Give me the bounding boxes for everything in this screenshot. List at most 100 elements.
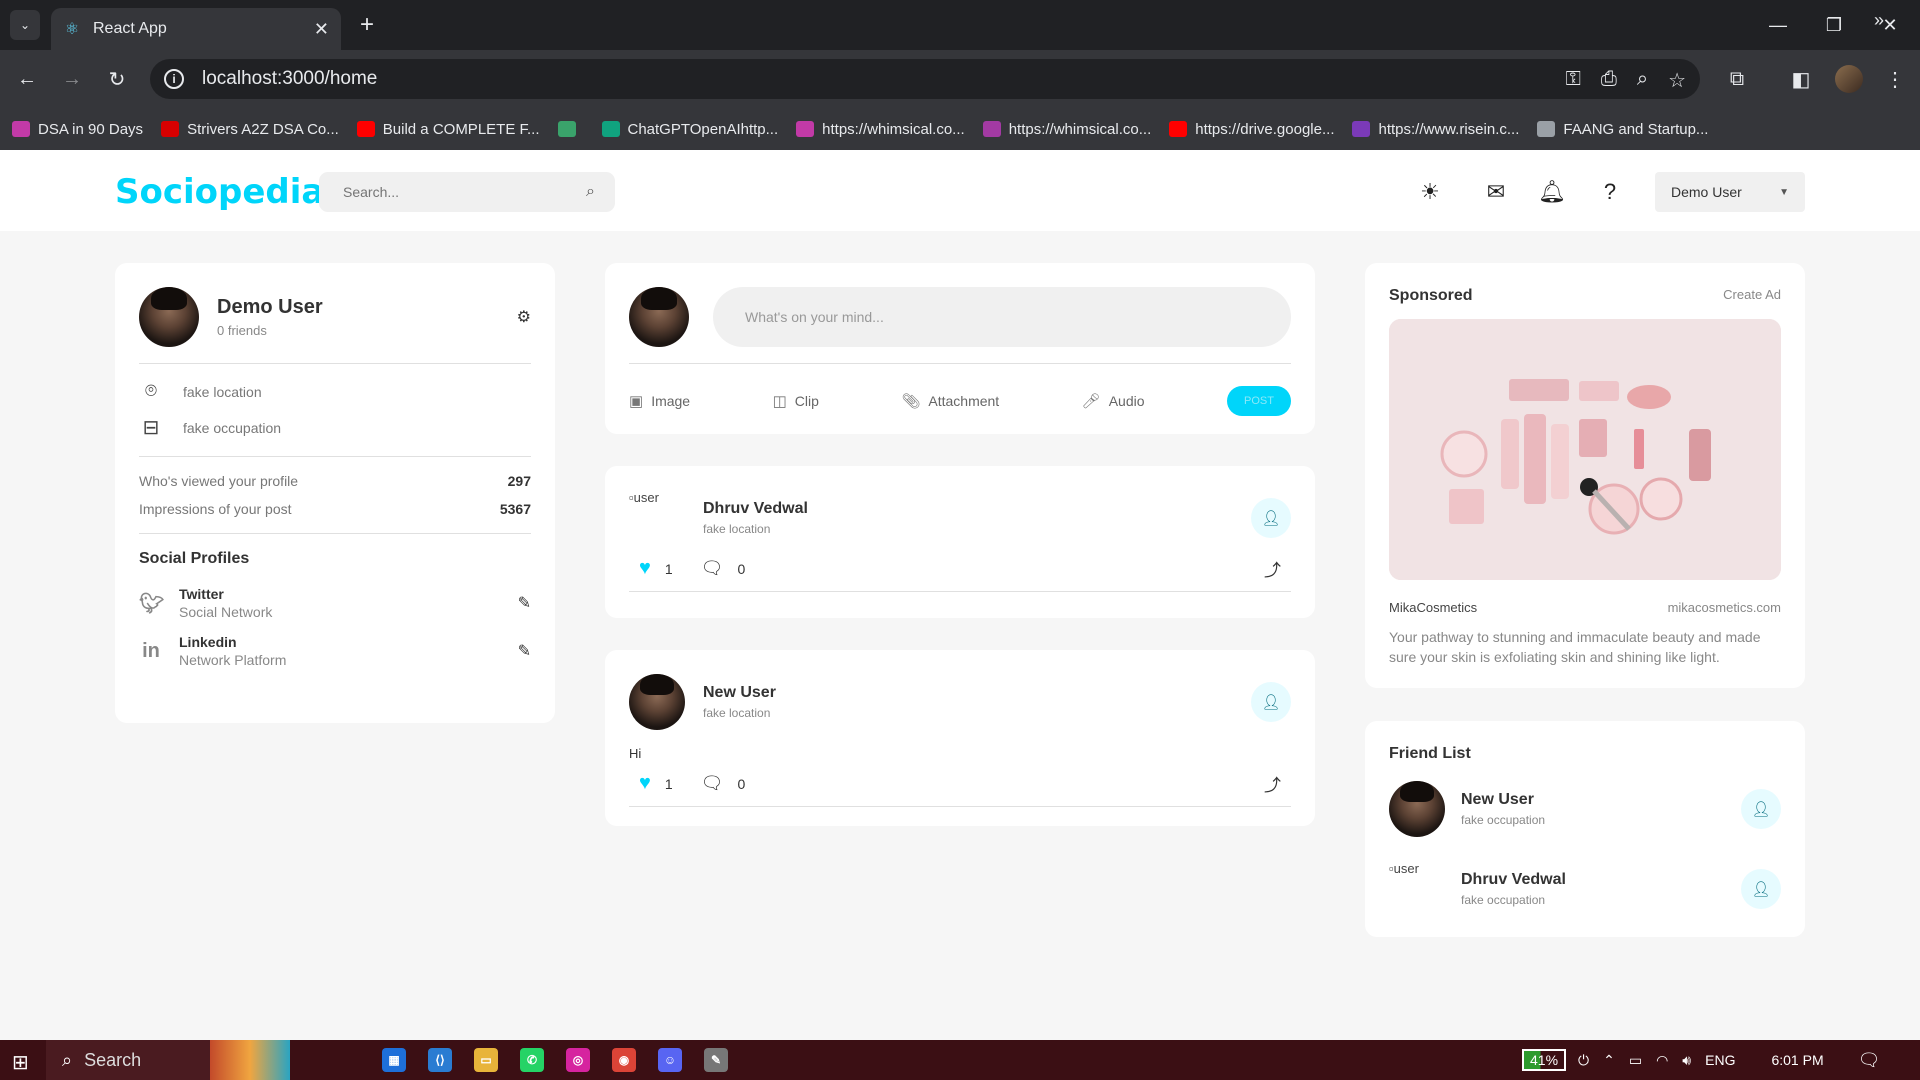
- search-icon[interactable]: ⌕: [586, 183, 595, 201]
- wifi-icon[interactable]: ◠: [1656, 1052, 1668, 1069]
- gif-icon: ◫: [772, 393, 787, 410]
- edit-icon[interactable]: ✎: [518, 641, 531, 661]
- bookmark-item[interactable]: FAANG and Startup...: [1537, 121, 1708, 138]
- search-highlight-image: [210, 1040, 290, 1080]
- side-panel-icon[interactable]: ◧: [1786, 64, 1816, 94]
- address-bar[interactable]: i localhost:3000/home ⚿ ⎙ ⌕ ☆: [150, 59, 1700, 99]
- bookmark-item[interactable]: Build a COMPLETE F...: [356, 121, 540, 138]
- bookmark-item[interactable]: https://whimsical.co...: [982, 120, 1152, 138]
- advert-brand: MikaCosmetics: [1389, 600, 1478, 615]
- share-icon[interactable]: ⤴: [1264, 556, 1281, 581]
- bookmark-item[interactable]: ChatGPTOpenAIhttp...: [601, 121, 778, 138]
- friend-name[interactable]: New User: [1461, 791, 1545, 809]
- battery-indicator[interactable]: 41%: [1522, 1049, 1567, 1071]
- comment-icon[interactable]: 🗨︎: [701, 558, 724, 579]
- twitter-icon: 🐦︎: [139, 592, 165, 615]
- bookmark-item[interactable]: [557, 121, 584, 137]
- like-heart-icon[interactable]: ♥: [639, 772, 651, 795]
- create-ad-link[interactable]: Create Ad: [1723, 287, 1781, 305]
- bookmark-item[interactable]: https://whimsical.co...: [796, 121, 965, 138]
- post-author-name[interactable]: New User: [703, 684, 776, 702]
- avatar[interactable]: [1389, 781, 1445, 837]
- attachment-button[interactable]: 📎︎ Attachment: [901, 392, 999, 410]
- file-explorer-icon[interactable]: ▭: [474, 1048, 498, 1072]
- password-key-icon[interactable]: ⚿: [1566, 68, 1581, 93]
- more-bookmarks-icon[interactable]: »: [1874, 10, 1884, 31]
- tab-search-button[interactable]: ⌄: [10, 10, 40, 40]
- manage-accounts-icon[interactable]: ⚙: [517, 307, 531, 327]
- post-author-name[interactable]: Dhruv Vedwal: [703, 500, 808, 518]
- avatar[interactable]: [139, 287, 199, 347]
- dark-mode-icon[interactable]: ☀: [1416, 178, 1444, 206]
- share-icon[interactable]: ⤴: [1264, 771, 1281, 796]
- user-occupation: fake occupation: [183, 419, 282, 436]
- bookmark-label: https://whimsical.co...: [1008, 120, 1152, 138]
- app-logo[interactable]: Sociopedia: [115, 172, 324, 212]
- new-tab-button[interactable]: +: [352, 10, 382, 40]
- remove-friend-button[interactable]: 👤︎: [1251, 498, 1291, 538]
- vscode-app-icon[interactable]: ⟨⟩: [428, 1048, 452, 1072]
- like-heart-icon[interactable]: ♥: [639, 557, 651, 580]
- comment-icon[interactable]: 🗨︎: [701, 773, 724, 794]
- edit-icon[interactable]: ✎: [518, 593, 531, 613]
- windows-start-icon[interactable]: ⊞: [12, 1050, 29, 1075]
- zoom-icon[interactable]: ⌕: [1637, 68, 1648, 93]
- audio-button[interactable]: 🎤︎ Audio: [1082, 392, 1145, 410]
- bookmark-item[interactable]: Strivers A2Z DSA Co...: [161, 121, 339, 138]
- paint-app-icon[interactable]: ✎: [704, 1048, 728, 1072]
- bookmark-item[interactable]: https://drive.google...: [1169, 121, 1334, 138]
- advert-image[interactable]: [1389, 319, 1781, 580]
- restore-button[interactable]: ❐: [1806, 0, 1862, 50]
- clip-button[interactable]: ◫ Clip: [773, 392, 819, 410]
- install-app-icon[interactable]: ⎙: [1601, 68, 1617, 93]
- volume-icon[interactable]: 🔊︎: [1682, 1052, 1691, 1069]
- browser-toolbar: ← → ↻ i localhost:3000/home ⚿ ⎙ ⌕ ☆ ⧉ ◧ …: [0, 50, 1920, 108]
- bookmark-star-icon[interactable]: ☆: [1668, 68, 1686, 93]
- browser-tab[interactable]: ⚛ React App ✕: [51, 8, 341, 50]
- help-icon[interactable]: ?: [1596, 178, 1624, 206]
- calculator-app-icon[interactable]: ▦: [382, 1048, 406, 1072]
- friend-name[interactable]: Dhruv Vedwal: [1461, 871, 1566, 889]
- taskbar-search[interactable]: ⌕ Search: [46, 1040, 290, 1080]
- battery-icon[interactable]: ▭: [1629, 1052, 1642, 1069]
- social-type: Network Platform: [179, 652, 287, 668]
- paperclip-icon: 📎︎: [901, 393, 921, 410]
- chevron-up-icon[interactable]: ⌃: [1603, 1052, 1615, 1069]
- site-info-icon[interactable]: i: [164, 69, 184, 89]
- bookmark-item[interactable]: DSA in 90 Days: [12, 121, 143, 138]
- notifications-icon[interactable]: 🔔︎: [1538, 178, 1566, 206]
- close-tab-icon[interactable]: ✕: [314, 19, 329, 40]
- notification-center-icon[interactable]: 🗨︎: [1858, 1050, 1881, 1071]
- remove-friend-button[interactable]: 👤︎: [1251, 682, 1291, 722]
- clock[interactable]: 6:01 PM: [1771, 1052, 1823, 1068]
- profile-avatar[interactable]: [1834, 64, 1864, 94]
- reload-button[interactable]: ↻: [102, 64, 132, 94]
- close-window-button[interactable]: ✕: [1862, 0, 1918, 50]
- impressions-value: 5367: [499, 501, 531, 517]
- bookmark-item[interactable]: https://www.risein.c...: [1352, 121, 1519, 138]
- extensions-icon[interactable]: ⧉: [1722, 64, 1752, 94]
- message-icon[interactable]: ✉: [1482, 178, 1510, 206]
- whatsapp-icon[interactable]: ✆: [520, 1048, 544, 1072]
- post-button[interactable]: POST: [1226, 386, 1291, 416]
- user-name[interactable]: Demo User: [217, 296, 323, 319]
- back-button[interactable]: ←: [12, 64, 42, 94]
- browser-menu-icon[interactable]: ⋮: [1880, 64, 1910, 94]
- minimize-button[interactable]: —: [1750, 0, 1806, 50]
- remove-friend-button[interactable]: 👤︎: [1741, 789, 1781, 829]
- post-input[interactable]: What's on your mind...: [713, 287, 1291, 347]
- user-dropdown[interactable]: Demo User ▼: [1655, 172, 1805, 212]
- image-button[interactable]: ▣ Image: [629, 392, 690, 410]
- post-author-location: fake location: [703, 522, 771, 536]
- instagram-icon[interactable]: ◎: [566, 1048, 590, 1072]
- remove-friend-button[interactable]: 👤︎: [1741, 869, 1781, 909]
- avatar[interactable]: [629, 674, 685, 730]
- social-type: Social Network: [179, 604, 273, 620]
- discord-icon[interactable]: ☺: [658, 1048, 682, 1072]
- chrome-icon[interactable]: ◉: [612, 1048, 636, 1072]
- search-input[interactable]: [343, 184, 587, 200]
- advert-url[interactable]: mikacosmetics.com: [1668, 600, 1781, 615]
- avatar-alt-text: user: [633, 490, 659, 505]
- language-indicator[interactable]: ENG: [1705, 1052, 1735, 1068]
- forward-button[interactable]: →: [57, 64, 87, 94]
